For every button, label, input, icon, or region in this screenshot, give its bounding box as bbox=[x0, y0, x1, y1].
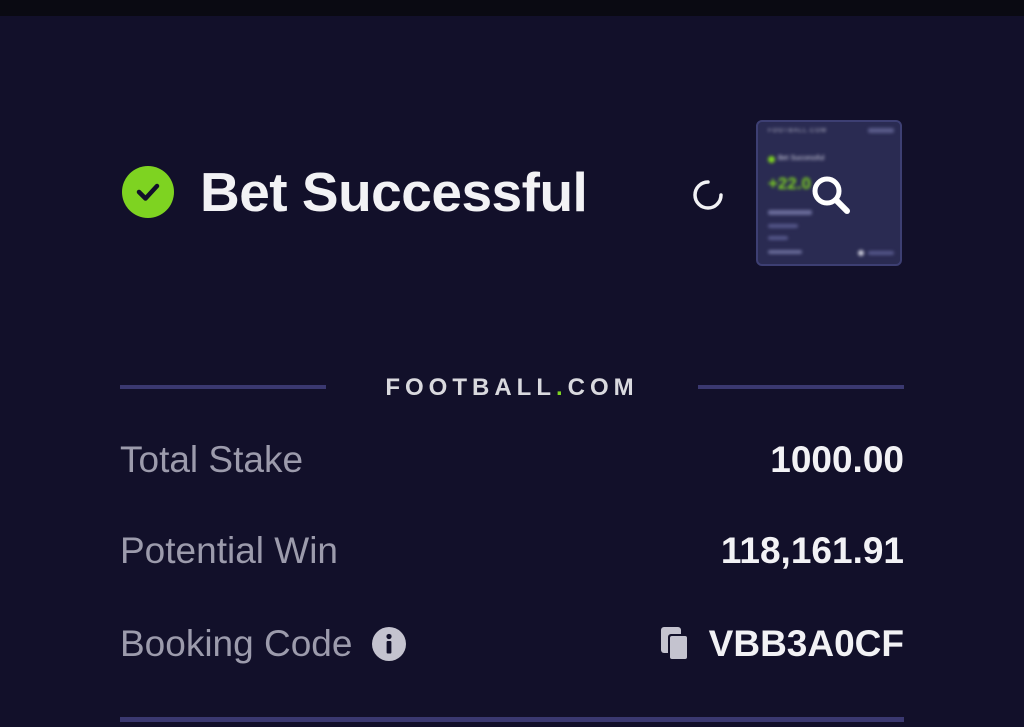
thumbnail-value: +22.0 bbox=[768, 174, 812, 193]
loading-spinner-icon bbox=[690, 177, 726, 213]
divider-left bbox=[120, 385, 326, 389]
check-circle-icon bbox=[122, 166, 174, 218]
booking-code-value[interactable]: VBB3A0CF bbox=[709, 623, 904, 665]
brand-suffix: COM bbox=[567, 374, 639, 401]
total-stake-label: Total Stake bbox=[120, 439, 304, 480]
divider-right bbox=[698, 385, 904, 389]
status-bar bbox=[0, 0, 1024, 16]
booking-code-label-group: Booking Code bbox=[120, 623, 407, 665]
total-stake-value: 1000.00 bbox=[770, 439, 904, 480]
brand-divider: FOOTBALL.COM bbox=[120, 372, 904, 402]
potential-win-row: Potential Win 118,161.91 bbox=[120, 526, 904, 576]
thumbnail-brand: FOOTBALL.COM bbox=[768, 128, 828, 134]
brand-prefix: FOOTBALL bbox=[385, 374, 556, 401]
page-title: Bet Successful bbox=[200, 161, 588, 223]
bet-confirmation-screen: Bet Successful FOOTBALL.COM Bet Successf… bbox=[0, 0, 1024, 727]
info-icon[interactable] bbox=[372, 627, 407, 661]
booking-code-label: Booking Code bbox=[120, 623, 353, 664]
bottom-divider bbox=[120, 717, 904, 722]
total-stake-row: Total Stake 1000.00 bbox=[120, 435, 904, 485]
potential-win-value: 118,161.91 bbox=[720, 530, 904, 571]
brand-dot: . bbox=[555, 374, 568, 401]
potential-win-label: Potential Win bbox=[120, 530, 338, 571]
search-icon bbox=[808, 172, 854, 218]
copy-icon[interactable] bbox=[659, 625, 691, 663]
brand-logo: FOOTBALL.COM bbox=[378, 374, 646, 402]
booking-code-row: Booking Code VBB3A0CF bbox=[120, 619, 904, 669]
thumbnail-headline: Bet Successful bbox=[778, 155, 825, 162]
booking-code-value-group: VBB3A0CF bbox=[659, 623, 904, 665]
bet-slip-thumbnail[interactable]: FOOTBALL.COM Bet Successful +22.0 bbox=[756, 120, 902, 266]
bet-header: Bet Successful bbox=[122, 160, 588, 224]
